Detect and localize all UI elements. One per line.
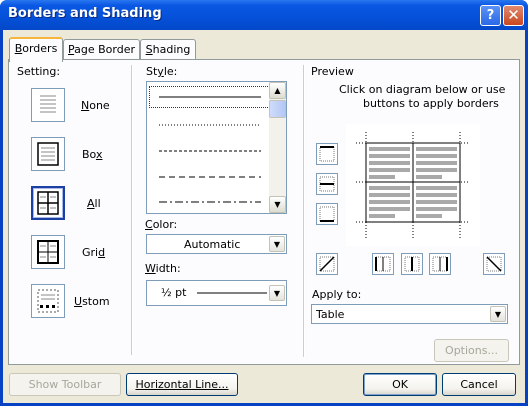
diagonal-down-icon bbox=[486, 256, 502, 272]
ok-button[interactable]: OK bbox=[363, 373, 437, 396]
preview-label: Preview bbox=[311, 65, 354, 78]
tab-borders[interactable]: Borders bbox=[9, 37, 63, 62]
width-line-sample bbox=[197, 292, 267, 294]
tab-shading-mnemonic: S bbox=[145, 43, 153, 56]
right-border-icon bbox=[432, 256, 448, 272]
style-scrollbar[interactable]: ▲ ▼ bbox=[269, 82, 286, 213]
width-value: ½ pt bbox=[161, 286, 187, 299]
scroll-up-button[interactable]: ▲ bbox=[269, 82, 286, 99]
setting-box-button[interactable] bbox=[31, 137, 65, 171]
setting-box-label[interactable]: Box bbox=[82, 148, 102, 161]
chevron-down-icon: ▼ bbox=[494, 310, 502, 319]
chevron-down-icon: ▼ bbox=[273, 289, 281, 298]
borders-and-shading-dialog: Borders and Shading ? ✕ Borders Page Bor… bbox=[0, 0, 528, 406]
color-label: Color: bbox=[145, 218, 178, 231]
tab-page-border-label: age Border bbox=[74, 43, 135, 56]
options-button[interactable]: Options... bbox=[434, 339, 509, 362]
setting-none-button[interactable] bbox=[31, 88, 65, 122]
bottom-border-button[interactable] bbox=[316, 203, 338, 225]
setting-none-label[interactable]: None bbox=[81, 99, 110, 112]
inside-vertical-border-icon bbox=[404, 256, 420, 272]
setting-grid-button[interactable] bbox=[31, 235, 65, 269]
preview-instructions-line2: buttons to apply borders bbox=[363, 97, 499, 110]
diagonal-up-icon bbox=[319, 256, 335, 272]
arrow-up-icon: ▲ bbox=[274, 86, 281, 95]
tab-borders-label: orders bbox=[22, 42, 58, 55]
inside-horizontal-border-icon bbox=[319, 176, 335, 192]
separator-right bbox=[303, 65, 305, 357]
tab-shading[interactable]: Shading bbox=[140, 39, 196, 61]
left-border-icon bbox=[375, 256, 391, 272]
apply-to-label: Apply to: bbox=[312, 288, 362, 301]
apply-to-dropdown[interactable]: Table ▼ bbox=[311, 304, 508, 324]
setting-grid-label[interactable]: Grid bbox=[82, 246, 105, 259]
border-preview-diagram[interactable] bbox=[346, 124, 480, 246]
top-border-icon bbox=[319, 146, 335, 162]
left-border-button[interactable] bbox=[372, 253, 394, 275]
border-all-icon bbox=[37, 191, 59, 215]
width-dropdown-arrow[interactable]: ▼ bbox=[269, 285, 285, 301]
horizontal-line-button[interactable]: Horizontal Line... bbox=[126, 373, 238, 396]
help-button[interactable]: ? bbox=[480, 5, 501, 26]
inside-horizontal-border-button[interactable] bbox=[316, 173, 338, 195]
show-toolbar-button[interactable]: Show Toolbar bbox=[9, 373, 121, 396]
help-icon: ? bbox=[486, 8, 495, 23]
title-bar[interactable]: Borders and Shading ? ✕ bbox=[0, 0, 528, 30]
border-none-icon bbox=[40, 95, 56, 113]
color-value: Automatic bbox=[184, 238, 241, 251]
right-border-button[interactable] bbox=[429, 253, 451, 275]
preview-instructions-line1: Click on diagram below or use bbox=[339, 83, 506, 96]
setting-all-label[interactable]: All bbox=[87, 197, 101, 210]
tab-shading-label: hading bbox=[152, 43, 191, 56]
scroll-thumb[interactable] bbox=[269, 100, 286, 118]
horizontal-line-label: Horizontal Line... bbox=[135, 378, 229, 391]
dialog-title: Borders and Shading bbox=[8, 6, 162, 21]
table-preview-icon bbox=[356, 132, 470, 239]
width-dropdown[interactable]: ½ pt ▼ bbox=[146, 280, 287, 306]
tab-page-border[interactable]: Page Border bbox=[63, 39, 140, 61]
setting-label: Setting: bbox=[17, 65, 61, 78]
color-dropdown[interactable]: Automatic ▼ bbox=[146, 234, 287, 254]
dialog-client-area: Borders Page Border Shading Setting: Non… bbox=[3, 30, 525, 403]
apply-to-dropdown-arrow[interactable]: ▼ bbox=[490, 306, 506, 322]
color-dropdown-arrow[interactable]: ▼ bbox=[269, 236, 285, 252]
close-icon: ✕ bbox=[507, 6, 520, 24]
style-label: Style: bbox=[146, 65, 178, 78]
diagonal-up-border-button[interactable] bbox=[483, 253, 505, 275]
border-box-icon bbox=[37, 142, 59, 166]
scroll-down-button[interactable]: ▼ bbox=[269, 196, 286, 213]
border-custom-icon bbox=[37, 289, 59, 313]
arrow-down-icon: ▼ bbox=[274, 200, 281, 209]
setting-all-button[interactable] bbox=[31, 186, 65, 220]
diagonal-down-border-button[interactable] bbox=[316, 253, 338, 275]
top-border-button[interactable] bbox=[316, 143, 338, 165]
cancel-button[interactable]: Cancel bbox=[442, 373, 516, 396]
style-listbox[interactable]: ▲ ▼ bbox=[146, 81, 287, 214]
inside-vertical-border-button[interactable] bbox=[401, 253, 423, 275]
separator-left bbox=[131, 65, 133, 355]
setting-custom-label[interactable]: Ustom bbox=[74, 295, 110, 308]
style-line-samples bbox=[159, 96, 261, 203]
border-grid-icon bbox=[37, 240, 59, 264]
bottom-border-icon bbox=[319, 206, 335, 222]
close-button[interactable]: ✕ bbox=[503, 5, 524, 26]
setting-custom-button[interactable] bbox=[31, 284, 65, 318]
chevron-down-icon: ▼ bbox=[273, 240, 281, 249]
apply-to-value: Table bbox=[316, 308, 345, 321]
width-label: Width: bbox=[145, 262, 181, 275]
